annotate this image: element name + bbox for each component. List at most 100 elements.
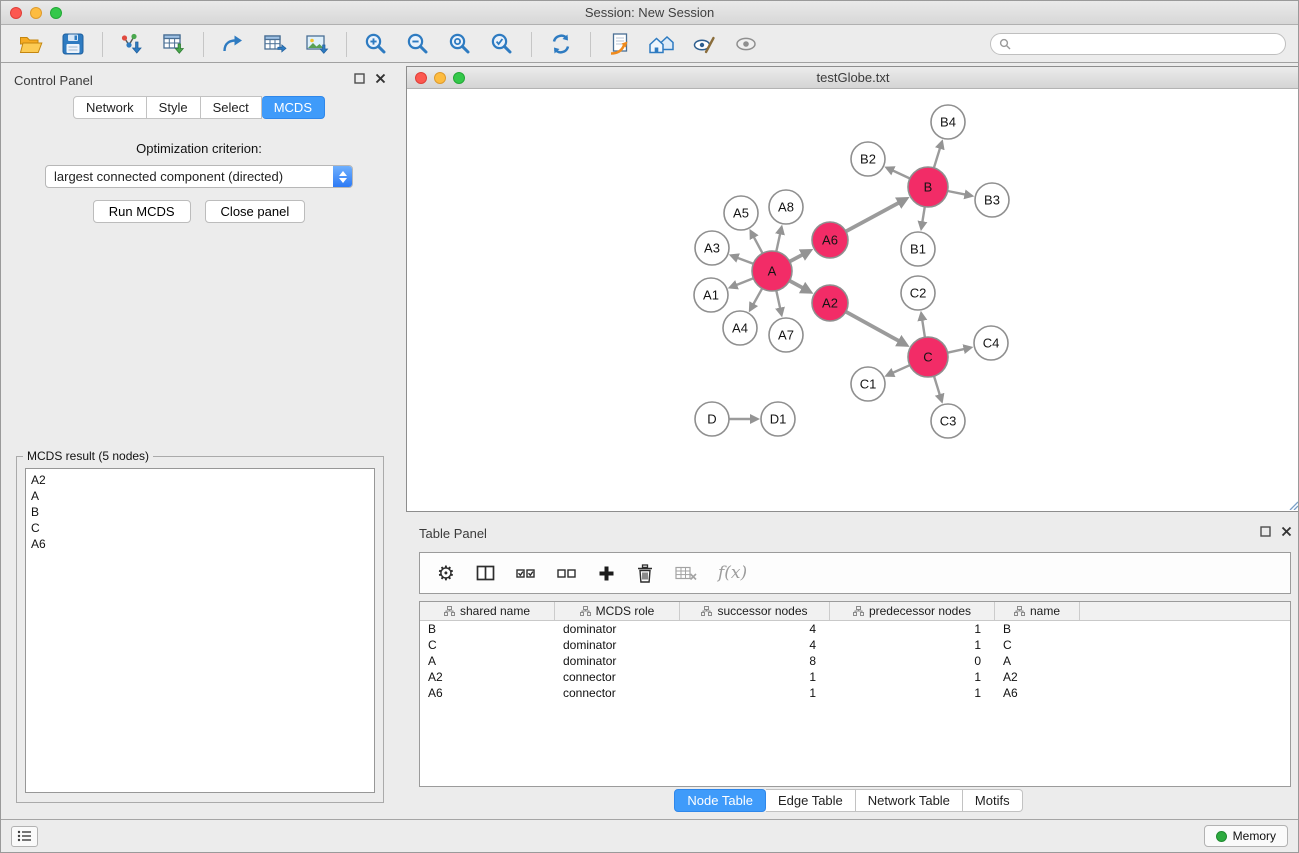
export-table-button[interactable] [257,29,293,59]
graph-node-C1[interactable] [851,367,885,401]
mcds-result-item[interactable]: B [31,504,369,520]
mcds-result-item[interactable]: A [31,488,369,504]
network-close-button[interactable] [415,72,427,84]
graph-node-D1[interactable] [761,402,795,436]
network-graph[interactable]: B4B2BB3A5A8A6B1A3AA1C2A2A4A7C4CC1C3DD1 [407,89,1299,511]
graph-edge-C-C3[interactable] [934,376,940,395]
table-tab-node-table[interactable]: Node Table [674,789,766,812]
tab-select[interactable]: Select [201,96,262,119]
graph-edge-C-C1[interactable] [893,365,910,373]
graph-edge-B-B4[interactable] [934,148,940,168]
show-all-columns-button[interactable] [516,558,536,588]
horizontal-splitter[interactable] [397,512,1298,519]
graph-edge-B-B2[interactable] [893,170,910,178]
graph-node-A[interactable] [752,251,792,291]
open-session-button[interactable] [13,29,49,59]
first-neighbors-button[interactable] [602,29,638,59]
export-image-button[interactable] [299,29,335,59]
graph-edge-B-B1[interactable] [922,207,925,223]
graph-node-B1[interactable] [901,232,935,266]
column-header-mcds-role[interactable]: MCDS role [555,602,680,620]
show-hide-button[interactable] [728,29,764,59]
network-window-titlebar[interactable]: testGlobe.txt [407,67,1299,89]
table-tab-network-table[interactable]: Network Table [856,789,963,812]
save-session-button[interactable] [55,29,91,59]
table-row[interactable]: A6connector11A6 [420,685,1290,701]
search-input[interactable] [1016,37,1277,51]
graph-node-A8[interactable] [769,190,803,224]
graph-edge-A-A6[interactable] [790,255,803,262]
tab-mcds[interactable]: MCDS [262,96,325,119]
graph-node-A3[interactable] [695,231,729,265]
graph-node-D[interactable] [695,402,729,436]
column-header-shared-name[interactable]: shared name [420,602,555,620]
graph-node-A7[interactable] [769,318,803,352]
table-tab-edge-table[interactable]: Edge Table [766,789,856,812]
table-settings-button[interactable]: ⚙ [437,558,455,588]
apply-layout-button[interactable] [543,29,579,59]
table-row[interactable]: Adominator80A [420,653,1290,669]
close-window-button[interactable] [10,7,22,19]
memory-button[interactable]: Memory [1204,825,1288,847]
criterion-dropdown[interactable]: largest connected component (directed) [45,165,353,188]
graph-edge-A-A7[interactable] [776,291,780,309]
mcds-result-item[interactable]: C [31,520,369,536]
column-header-successor-nodes[interactable]: successor nodes [680,602,830,620]
graph-edge-A-A4[interactable] [753,288,762,304]
column-header-predecessor-nodes[interactable]: predecessor nodes [830,602,995,620]
mcds-result-list[interactable]: A2ABCA6 [25,468,375,793]
graph-edge-A-A2[interactable] [790,281,803,288]
import-table-button[interactable] [156,29,192,59]
graph-edge-A6-B[interactable] [846,203,899,232]
close-panel-icon[interactable] [375,73,386,84]
graph-node-B2[interactable] [851,142,885,176]
table-row[interactable]: Bdominator41B [420,621,1290,637]
graph-edge-C-C4[interactable] [948,349,965,353]
graph-node-C[interactable] [908,337,948,377]
graph-edge-A2-C[interactable] [846,312,899,341]
network-canvas[interactable]: B4B2BB3A5A8A6B1A3AA1C2A2A4A7C4CC1C3DD1 [407,89,1299,511]
graph-edge-A-A3[interactable] [737,258,753,264]
float-panel-icon[interactable] [354,73,365,84]
tab-style[interactable]: Style [147,96,201,119]
task-history-button[interactable] [11,826,38,847]
graph-node-A2[interactable] [812,285,848,321]
zoom-fit-button[interactable] [442,29,478,59]
graph-node-C4[interactable] [974,326,1008,360]
graph-node-A5[interactable] [724,196,758,230]
fullscreen-window-button[interactable] [50,7,62,19]
import-network-button[interactable] [114,29,150,59]
table-row[interactable]: A2connector11A2 [420,669,1290,685]
minimize-window-button[interactable] [30,7,42,19]
create-column-button[interactable] [598,558,615,588]
mcds-result-item[interactable]: A6 [31,536,369,552]
graph-edge-A-A5[interactable] [754,237,763,254]
close-panel-icon[interactable] [1281,526,1292,537]
graph-node-B3[interactable] [975,183,1009,217]
mcds-result-item[interactable]: A2 [31,472,369,488]
float-panel-icon[interactable] [1260,526,1271,537]
graph-node-A6[interactable] [812,222,848,258]
zoom-in-button[interactable] [358,29,394,59]
column-header-name[interactable]: name [995,602,1080,620]
graph-edge-A-A8[interactable] [776,233,780,251]
graph-edge-B-B3[interactable] [948,191,966,195]
run-mcds-button[interactable]: Run MCDS [93,200,191,223]
graph-node-B[interactable] [908,167,948,207]
table-tab-motifs[interactable]: Motifs [963,789,1023,812]
zoom-selected-button[interactable] [484,29,520,59]
home-views-button[interactable] [644,29,680,59]
graph-edge-A-A1[interactable] [736,278,753,285]
select-columns-button[interactable] [476,558,495,588]
graph-node-A4[interactable] [723,311,757,345]
delete-column-button[interactable] [636,558,654,588]
network-maximize-button[interactable] [453,72,465,84]
graph-edge-C-C2[interactable] [922,320,925,338]
hide-all-columns-button[interactable] [557,558,577,588]
close-panel-button[interactable]: Close panel [205,200,306,223]
graph-node-C2[interactable] [901,276,935,310]
window-resize-handle[interactable] [1288,500,1298,510]
delete-table-button[interactable] [675,558,697,588]
export-network-button[interactable] [215,29,251,59]
function-builder-button[interactable]: f(x) [718,558,747,588]
